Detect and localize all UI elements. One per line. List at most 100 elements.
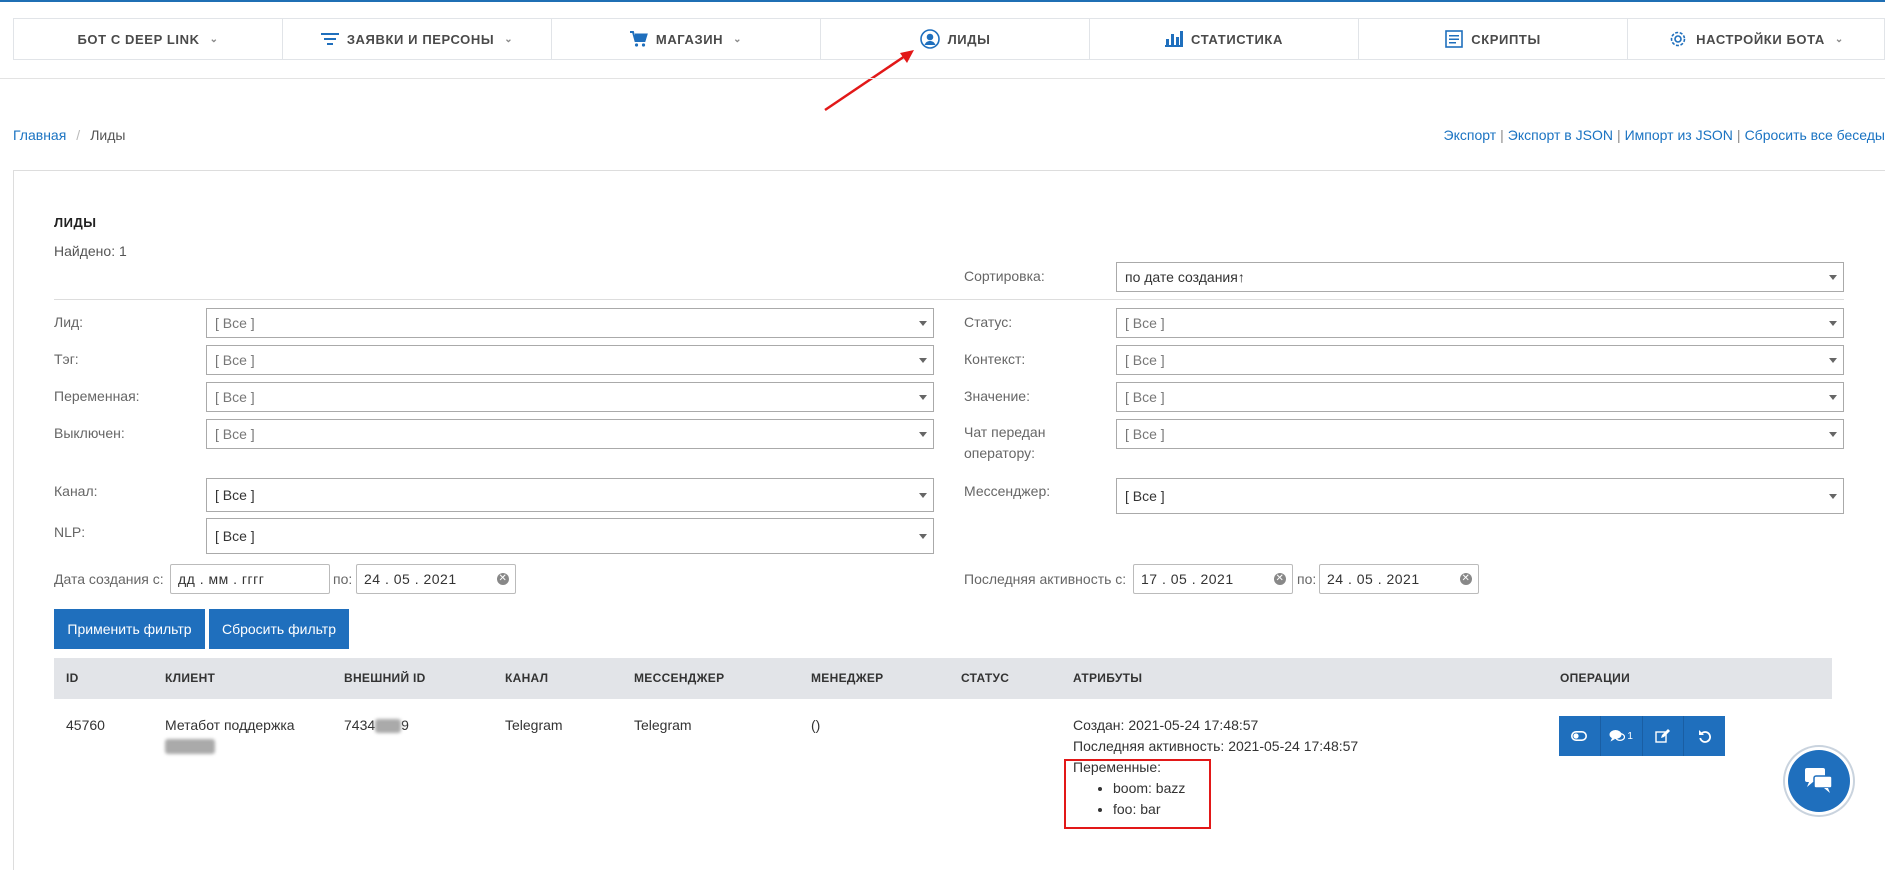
- status-select-value: [ Все ]: [1125, 315, 1165, 331]
- row-messenger: Telegram: [634, 717, 692, 733]
- nav-shop[interactable]: МАГАЗИН ⌄: [552, 19, 821, 59]
- breadcrumb: Главная / Лиды: [13, 127, 126, 143]
- toggle-button[interactable]: [1559, 716, 1601, 756]
- context-select-value: [ Все ]: [1125, 352, 1165, 368]
- support-chat-button[interactable]: [1788, 750, 1850, 812]
- clear-icon[interactable]: ✕: [497, 573, 509, 585]
- sort-select[interactable]: по дате создания↑: [1116, 262, 1844, 292]
- undo-icon: [1698, 730, 1711, 743]
- activity-to-value: 24 . 05 . 2021: [1327, 571, 1420, 587]
- lead-select[interactable]: [ Все ]: [206, 308, 934, 338]
- disabled-select[interactable]: [ Все ]: [206, 419, 934, 449]
- chat-count-badge: 1: [1627, 730, 1633, 742]
- col-messenger: МЕССЕНДЖЕР: [634, 671, 725, 685]
- caret-down-icon: [919, 534, 927, 539]
- caret-down-icon: [1829, 321, 1837, 326]
- highlight-box: [1064, 759, 1211, 829]
- chevron-down-icon: ⌄: [733, 33, 743, 45]
- filters-divider: [54, 299, 1844, 300]
- import-json-link[interactable]: Импорт из JSON: [1625, 127, 1733, 143]
- nav-deeplink[interactable]: БОТ С DEEP LINK ⌄: [14, 19, 283, 59]
- chevron-down-icon: ⌄: [1834, 33, 1844, 45]
- row-client: Метабот поддержка: [165, 715, 295, 760]
- nlp-select[interactable]: [ Все ]: [206, 518, 934, 554]
- top-accent-line: [0, 0, 1885, 2]
- bar-chart-icon: [1165, 31, 1184, 47]
- messenger-label: Мессенджер:: [964, 483, 1051, 499]
- nav-bot-settings-label: НАСТРОЙКИ БОТА: [1696, 31, 1825, 47]
- row-operations: 1: [1559, 716, 1725, 756]
- col-client: КЛИЕНТ: [165, 671, 216, 685]
- value-select[interactable]: [ Все ]: [1116, 382, 1844, 412]
- found-count: Найдено: 1: [54, 243, 127, 259]
- variable-select[interactable]: [ Все ]: [206, 382, 934, 412]
- export-json-link[interactable]: Экспорт в JSON: [1508, 127, 1613, 143]
- row-ext-id-start: 7434: [344, 717, 376, 733]
- chat-history-button[interactable]: 1: [1601, 716, 1643, 756]
- annotation-arrow: [824, 50, 914, 112]
- nav-requests-label: ЗАЯВКИ И ПЕРСОНЫ: [346, 31, 495, 47]
- gear-icon: [1670, 31, 1686, 47]
- filter-icon: [320, 33, 339, 45]
- apply-filter-button[interactable]: Применить фильтр: [54, 609, 205, 649]
- lead-label: Лид:: [54, 314, 84, 330]
- cart-icon: [629, 31, 648, 47]
- caret-down-icon: [919, 395, 927, 400]
- redacted-block: [375, 719, 402, 734]
- clear-icon[interactable]: ✕: [1460, 573, 1472, 585]
- edit-button[interactable]: [1643, 716, 1685, 756]
- operator-label-line2: оператору:: [964, 445, 1035, 461]
- table-header: ID КЛИЕНТ ВНЕШНИЙ ID КАНАЛ МЕССЕНДЖЕР МЕ…: [54, 658, 1832, 699]
- chevron-down-icon: ⌄: [209, 33, 219, 45]
- caret-down-icon: [919, 432, 927, 437]
- col-channel: КАНАЛ: [505, 671, 549, 685]
- redacted-block: [165, 739, 215, 754]
- operator-label: Чат передан оператору:: [964, 422, 1045, 464]
- nav-bot-settings[interactable]: НАСТРОЙКИ БОТА ⌄: [1628, 19, 1884, 59]
- row-channel: Telegram: [505, 717, 563, 733]
- operator-select[interactable]: [ Все ]: [1116, 419, 1844, 449]
- caret-down-icon: [919, 493, 927, 498]
- export-link[interactable]: Экспорт: [1444, 127, 1497, 143]
- reset-filter-button[interactable]: Сбросить фильтр: [209, 609, 349, 649]
- channel-label: Канал:: [54, 483, 98, 499]
- activity-from-date[interactable]: 17 . 05 . 2021 ✕: [1133, 564, 1293, 594]
- nav-requests[interactable]: ЗАЯВКИ И ПЕРСОНЫ ⌄: [283, 19, 552, 59]
- channel-select[interactable]: [ Все ]: [206, 478, 934, 512]
- col-operations: ОПЕРАЦИИ: [1560, 671, 1630, 685]
- disabled-label: Выключен:: [54, 425, 125, 441]
- context-select[interactable]: [ Все ]: [1116, 345, 1844, 375]
- comments-icon: [1609, 730, 1626, 742]
- messenger-select-value: [ Все ]: [1125, 488, 1165, 504]
- clear-icon[interactable]: ✕: [1274, 573, 1286, 585]
- reset-button[interactable]: [1684, 716, 1725, 756]
- edit-icon: [1655, 728, 1671, 743]
- header-divider: [0, 78, 1885, 79]
- status-label: Статус:: [964, 314, 1013, 330]
- status-select[interactable]: [ Все ]: [1116, 308, 1844, 338]
- created-from-value: дд . мм . гггг: [178, 571, 265, 587]
- nlp-select-value: [ Все ]: [215, 528, 255, 544]
- caret-down-icon: [1829, 275, 1837, 280]
- activity-from-label: Последняя активность с:: [964, 571, 1127, 587]
- tag-select[interactable]: [ Все ]: [206, 345, 934, 375]
- chat-bubbles-icon: [1805, 768, 1833, 793]
- breadcrumb-current: Лиды: [90, 127, 126, 143]
- nav-scripts[interactable]: СКРИПТЫ: [1359, 19, 1628, 59]
- nav-stats[interactable]: СТАТИСТИКА: [1090, 19, 1359, 59]
- breadcrumb-home-link[interactable]: Главная: [13, 127, 66, 143]
- col-manager: МЕНЕДЖЕР: [811, 671, 884, 685]
- created-from-label: Дата создания с:: [54, 571, 164, 587]
- activity-to-date[interactable]: 24 . 05 . 2021 ✕: [1319, 564, 1479, 594]
- col-ext-id: ВНЕШНИЙ ID: [344, 671, 426, 685]
- reset-chats-link[interactable]: Сбросить все беседы: [1745, 127, 1885, 143]
- activity-from-value: 17 . 05 . 2021: [1141, 571, 1234, 587]
- variable-label: Переменная:: [54, 388, 140, 404]
- created-to-date[interactable]: 24 . 05 . 2021 ✕: [356, 564, 516, 594]
- messenger-select[interactable]: [ Все ]: [1116, 478, 1844, 514]
- page-title: ЛИДЫ: [54, 215, 97, 230]
- value-select-value: [ Все ]: [1125, 389, 1165, 405]
- created-from-date[interactable]: дд . мм . гггг: [170, 564, 330, 594]
- nav-deeplink-label: БОТ С DEEP LINK: [77, 31, 200, 47]
- value-label: Значение:: [964, 388, 1030, 404]
